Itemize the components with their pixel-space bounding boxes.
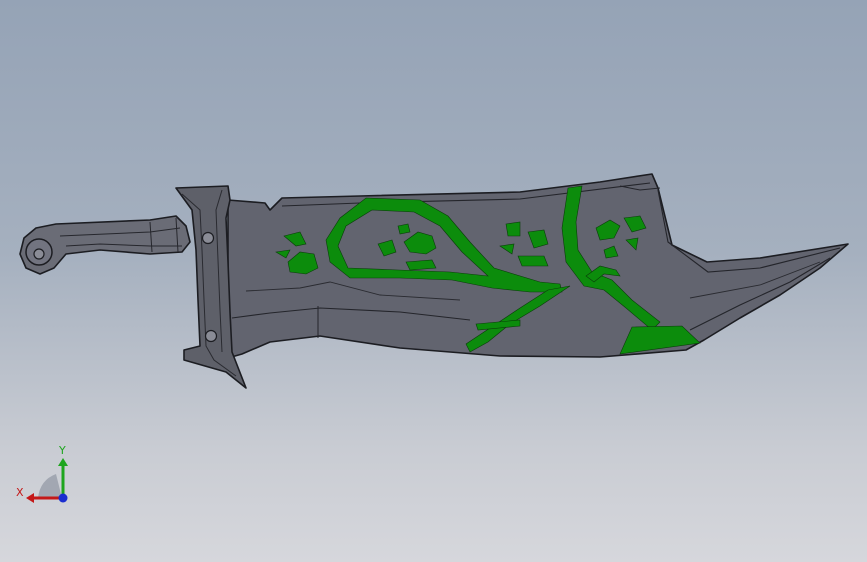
pattern-glyph-2d xyxy=(405,259,437,271)
triad-y-label: Y xyxy=(58,444,66,457)
graphics-viewport[interactable]: Y X xyxy=(0,0,867,562)
triad-y-arrowhead xyxy=(58,458,68,466)
triad-z-axis-dot xyxy=(58,493,68,503)
triad-plane xyxy=(38,474,62,498)
triad-x-arrowhead xyxy=(26,493,34,503)
guard-rivet-bottom xyxy=(204,329,218,343)
triad-x-label: X xyxy=(16,486,24,499)
pommel-hole xyxy=(33,248,45,260)
guard-rivet-top xyxy=(201,231,215,245)
pattern-glyph-3a xyxy=(505,221,521,237)
pattern-glyph-3d xyxy=(517,255,549,267)
sword-model[interactable] xyxy=(0,0,867,562)
pattern-glyph-2b xyxy=(397,223,411,235)
view-orientation-triad[interactable]: Y X xyxy=(12,440,82,510)
